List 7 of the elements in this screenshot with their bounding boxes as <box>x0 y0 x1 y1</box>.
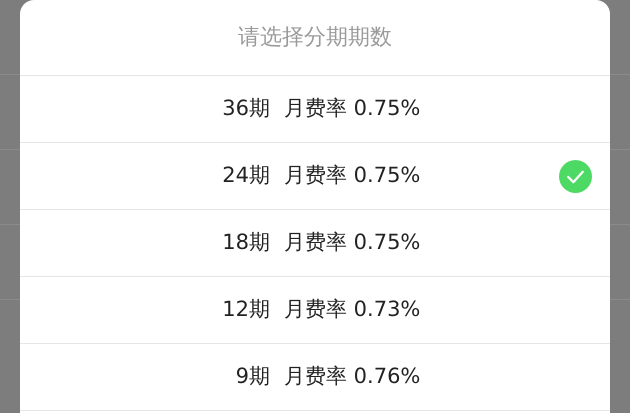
checkmark-icon <box>559 160 592 193</box>
option-row[interactable]: 12期 月费率 0.73% <box>20 277 610 344</box>
option-row[interactable]: 18期 月费率 0.75% <box>20 210 610 277</box>
dialog-title: 请选择分期期数 <box>238 25 392 50</box>
option-row[interactable]: 9期 月费率 0.76% <box>20 344 610 411</box>
option-row[interactable]: 24期 月费率 0.75% <box>20 143 610 210</box>
option-row[interactable]: 36期 月费率 0.75% <box>20 76 610 143</box>
